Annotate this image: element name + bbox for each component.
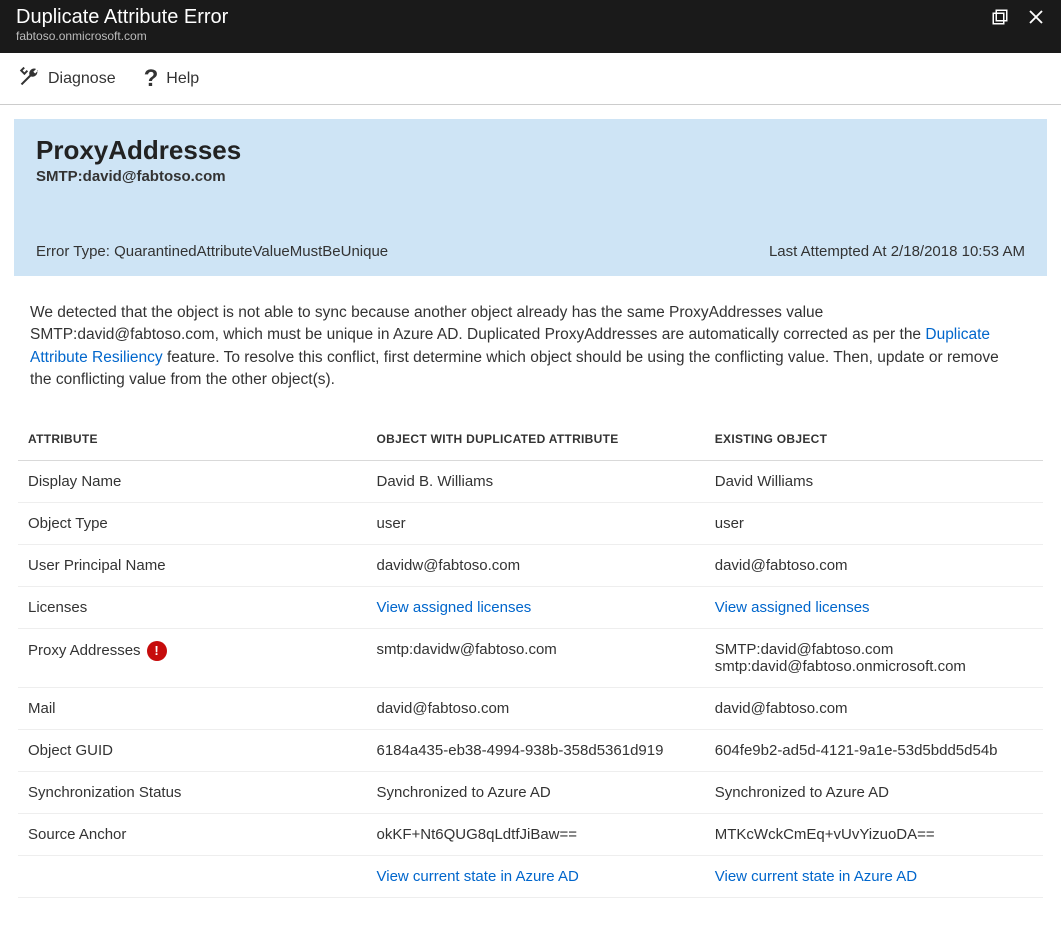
toolbar: Diagnose ? Help	[0, 53, 1061, 105]
banner-title: ProxyAddresses	[36, 135, 1025, 166]
view-licenses-link[interactable]: View assigned licenses	[377, 599, 532, 616]
attr-ex: 604fe9b2-ad5d-4121-9a1e-53d5bdd5d54b	[705, 729, 1043, 771]
table-row: Synchronization Status Synchronized to A…	[18, 771, 1043, 813]
attr-ex: user	[705, 502, 1043, 544]
attr-ex: MTKcWckCmEq+vUvYizuoDA==	[705, 813, 1043, 855]
question-icon: ?	[144, 67, 159, 91]
attr-dup: smtp:davidw@fabtoso.com	[367, 628, 705, 687]
attr-label: Object GUID	[18, 729, 367, 771]
banner-meta-row: Error Type: QuarantinedAttributeValueMus…	[36, 243, 1025, 260]
table-row: View current state in Azure AD View curr…	[18, 855, 1043, 897]
last-attempted: Last Attempted At 2/18/2018 10:53 AM	[769, 243, 1025, 260]
desc-part-1: We detected that the object is not able …	[30, 304, 925, 343]
attr-label: Licenses	[18, 586, 367, 628]
close-icon[interactable]	[1027, 8, 1045, 31]
table-row: Source Anchor okKF+Nt6QUG8qLdtfJiBaw== M…	[18, 813, 1043, 855]
attr-dup: Synchronized to Azure AD	[367, 771, 705, 813]
col-duplicated: OBJECT WITH DUPLICATED ATTRIBUTE	[367, 418, 705, 461]
table-row: Object GUID 6184a435-eb38-4994-938b-358d…	[18, 729, 1043, 771]
description: We detected that the object is not able …	[0, 276, 1020, 412]
table-row: Licenses View assigned licenses View ass…	[18, 586, 1043, 628]
attr-ex: david@fabtoso.com	[705, 687, 1043, 729]
attr-ex: SMTP:david@fabtoso.com smtp:david@fabtos…	[705, 628, 1043, 687]
table-row: Display Name David B. Williams David Wil…	[18, 460, 1043, 502]
attr-dup: 6184a435-eb38-4994-938b-358d5361d919	[367, 729, 705, 771]
attr-label: Source Anchor	[18, 813, 367, 855]
help-button[interactable]: ? Help	[144, 65, 200, 92]
error-icon: !	[147, 641, 167, 661]
help-label: Help	[166, 70, 199, 88]
diagnose-label: Diagnose	[48, 70, 116, 88]
view-state-link[interactable]: View current state in Azure AD	[715, 868, 917, 885]
attr-label: Synchronization Status	[18, 771, 367, 813]
proxy-line: SMTP:david@fabtoso.com	[715, 641, 1033, 658]
attr-label: Proxy Addresses	[28, 642, 141, 659]
window-controls	[991, 6, 1045, 31]
attr-dup: david@fabtoso.com	[367, 687, 705, 729]
view-state-link[interactable]: View current state in Azure AD	[377, 868, 579, 885]
proxy-line: smtp:david@fabtoso.onmicrosoft.com	[715, 658, 1033, 675]
comparison-table: ATTRIBUTE OBJECT WITH DUPLICATED ATTRIBU…	[18, 418, 1043, 898]
table-row: Proxy Addresses ! smtp:davidw@fabtoso.co…	[18, 628, 1043, 687]
attr-dup: David B. Williams	[367, 460, 705, 502]
title-block: Duplicate Attribute Error fabtoso.onmicr…	[16, 6, 228, 43]
attr-label: User Principal Name	[18, 544, 367, 586]
restore-icon[interactable]	[991, 8, 1009, 31]
attr-label: Display Name	[18, 460, 367, 502]
window-subtitle: fabtoso.onmicrosoft.com	[16, 29, 228, 43]
table-row: User Principal Name davidw@fabtoso.com d…	[18, 544, 1043, 586]
attr-dup: davidw@fabtoso.com	[367, 544, 705, 586]
attr-ex: david@fabtoso.com	[705, 544, 1043, 586]
table-header-row: ATTRIBUTE OBJECT WITH DUPLICATED ATTRIBU…	[18, 418, 1043, 461]
attr-dup: user	[367, 502, 705, 544]
col-existing: EXISTING OBJECT	[705, 418, 1043, 461]
table-row: Object Type user user	[18, 502, 1043, 544]
attr-label: Object Type	[18, 502, 367, 544]
banner-subtitle: SMTP:david@fabtoso.com	[36, 168, 1025, 185]
diagnose-button[interactable]: Diagnose	[18, 65, 116, 92]
col-attribute: ATTRIBUTE	[18, 418, 367, 461]
error-type: Error Type: QuarantinedAttributeValueMus…	[36, 243, 388, 260]
attr-ex: Synchronized to Azure AD	[705, 771, 1043, 813]
title-bar: Duplicate Attribute Error fabtoso.onmicr…	[0, 0, 1061, 53]
view-licenses-link[interactable]: View assigned licenses	[715, 599, 870, 616]
attr-label: Mail	[18, 687, 367, 729]
summary-banner: ProxyAddresses SMTP:david@fabtoso.com Er…	[14, 119, 1047, 276]
table-row: Mail david@fabtoso.com david@fabtoso.com	[18, 687, 1043, 729]
wrench-icon	[18, 65, 40, 92]
desc-part-2: feature. To resolve this conflict, first…	[30, 349, 999, 388]
attr-ex: David Williams	[705, 460, 1043, 502]
attr-dup: okKF+Nt6QUG8qLdtfJiBaw==	[367, 813, 705, 855]
window-title: Duplicate Attribute Error	[16, 6, 228, 29]
